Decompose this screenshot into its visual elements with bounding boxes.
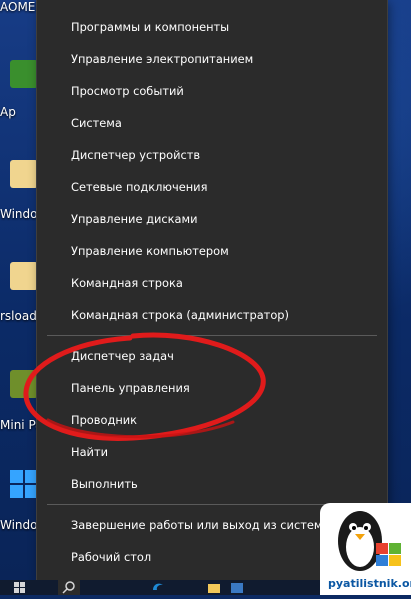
- penguin-icon: [338, 511, 401, 571]
- menu-item-device-manager[interactable]: Диспетчер устройств: [37, 141, 387, 169]
- menu-item-control-panel[interactable]: Панель управления: [37, 374, 387, 402]
- menu-separator: [47, 335, 377, 336]
- watermark-logo: pyatilistnik.org: [320, 503, 411, 595]
- edge-browser-icon[interactable]: [150, 580, 168, 595]
- menu-item-event-viewer[interactable]: Просмотр событий: [37, 77, 387, 105]
- menu-item-computer-management[interactable]: Управление компьютером: [37, 237, 387, 265]
- winx-context-menu: Программы и компоненты Управление электр…: [37, 0, 387, 580]
- folder-icon: [10, 262, 38, 290]
- app-taskbar-icon[interactable]: [228, 580, 246, 595]
- menu-item-command-prompt-admin[interactable]: Командная строка (администратор): [37, 301, 387, 329]
- menu-item-network-connections[interactable]: Сетевые подключения: [37, 173, 387, 201]
- menu-item-disk-management[interactable]: Управление дисками: [37, 205, 387, 233]
- desktop-icon-label: AOMEI Partition: [0, 0, 40, 14]
- menu-item-command-prompt[interactable]: Командная строка: [37, 269, 387, 297]
- menu-item-search[interactable]: Найти: [37, 438, 387, 466]
- menu-item-power-options[interactable]: Управление электропитанием: [37, 45, 387, 73]
- minitool-partition-icon: [10, 370, 38, 398]
- desktop-icon-label: Window: [0, 518, 40, 532]
- desktop-icon-label: Ap: [0, 105, 16, 119]
- menu-item-file-explorer[interactable]: Проводник: [37, 406, 387, 434]
- search-button[interactable]: [58, 580, 80, 595]
- watermark-text: pyatilistnik.org: [328, 577, 411, 590]
- menu-item-run[interactable]: Выполнить: [37, 470, 387, 498]
- desktop-icon-label: rsload.n: [0, 309, 40, 323]
- start-button[interactable]: [12, 580, 30, 595]
- desktop-icon-label: Mini Partition: [0, 418, 40, 432]
- folder-icon: [10, 160, 38, 188]
- menu-item-programs-and-features[interactable]: Программы и компоненты: [37, 13, 387, 41]
- menu-item-task-manager[interactable]: Диспетчер задач: [37, 342, 387, 370]
- windows-logo-icon: [10, 470, 38, 498]
- menu-item-system[interactable]: Система: [37, 109, 387, 137]
- android-app-icon: [10, 60, 38, 88]
- desktop-icon-label: Window: [0, 207, 40, 221]
- file-explorer-taskbar-icon[interactable]: [205, 580, 223, 595]
